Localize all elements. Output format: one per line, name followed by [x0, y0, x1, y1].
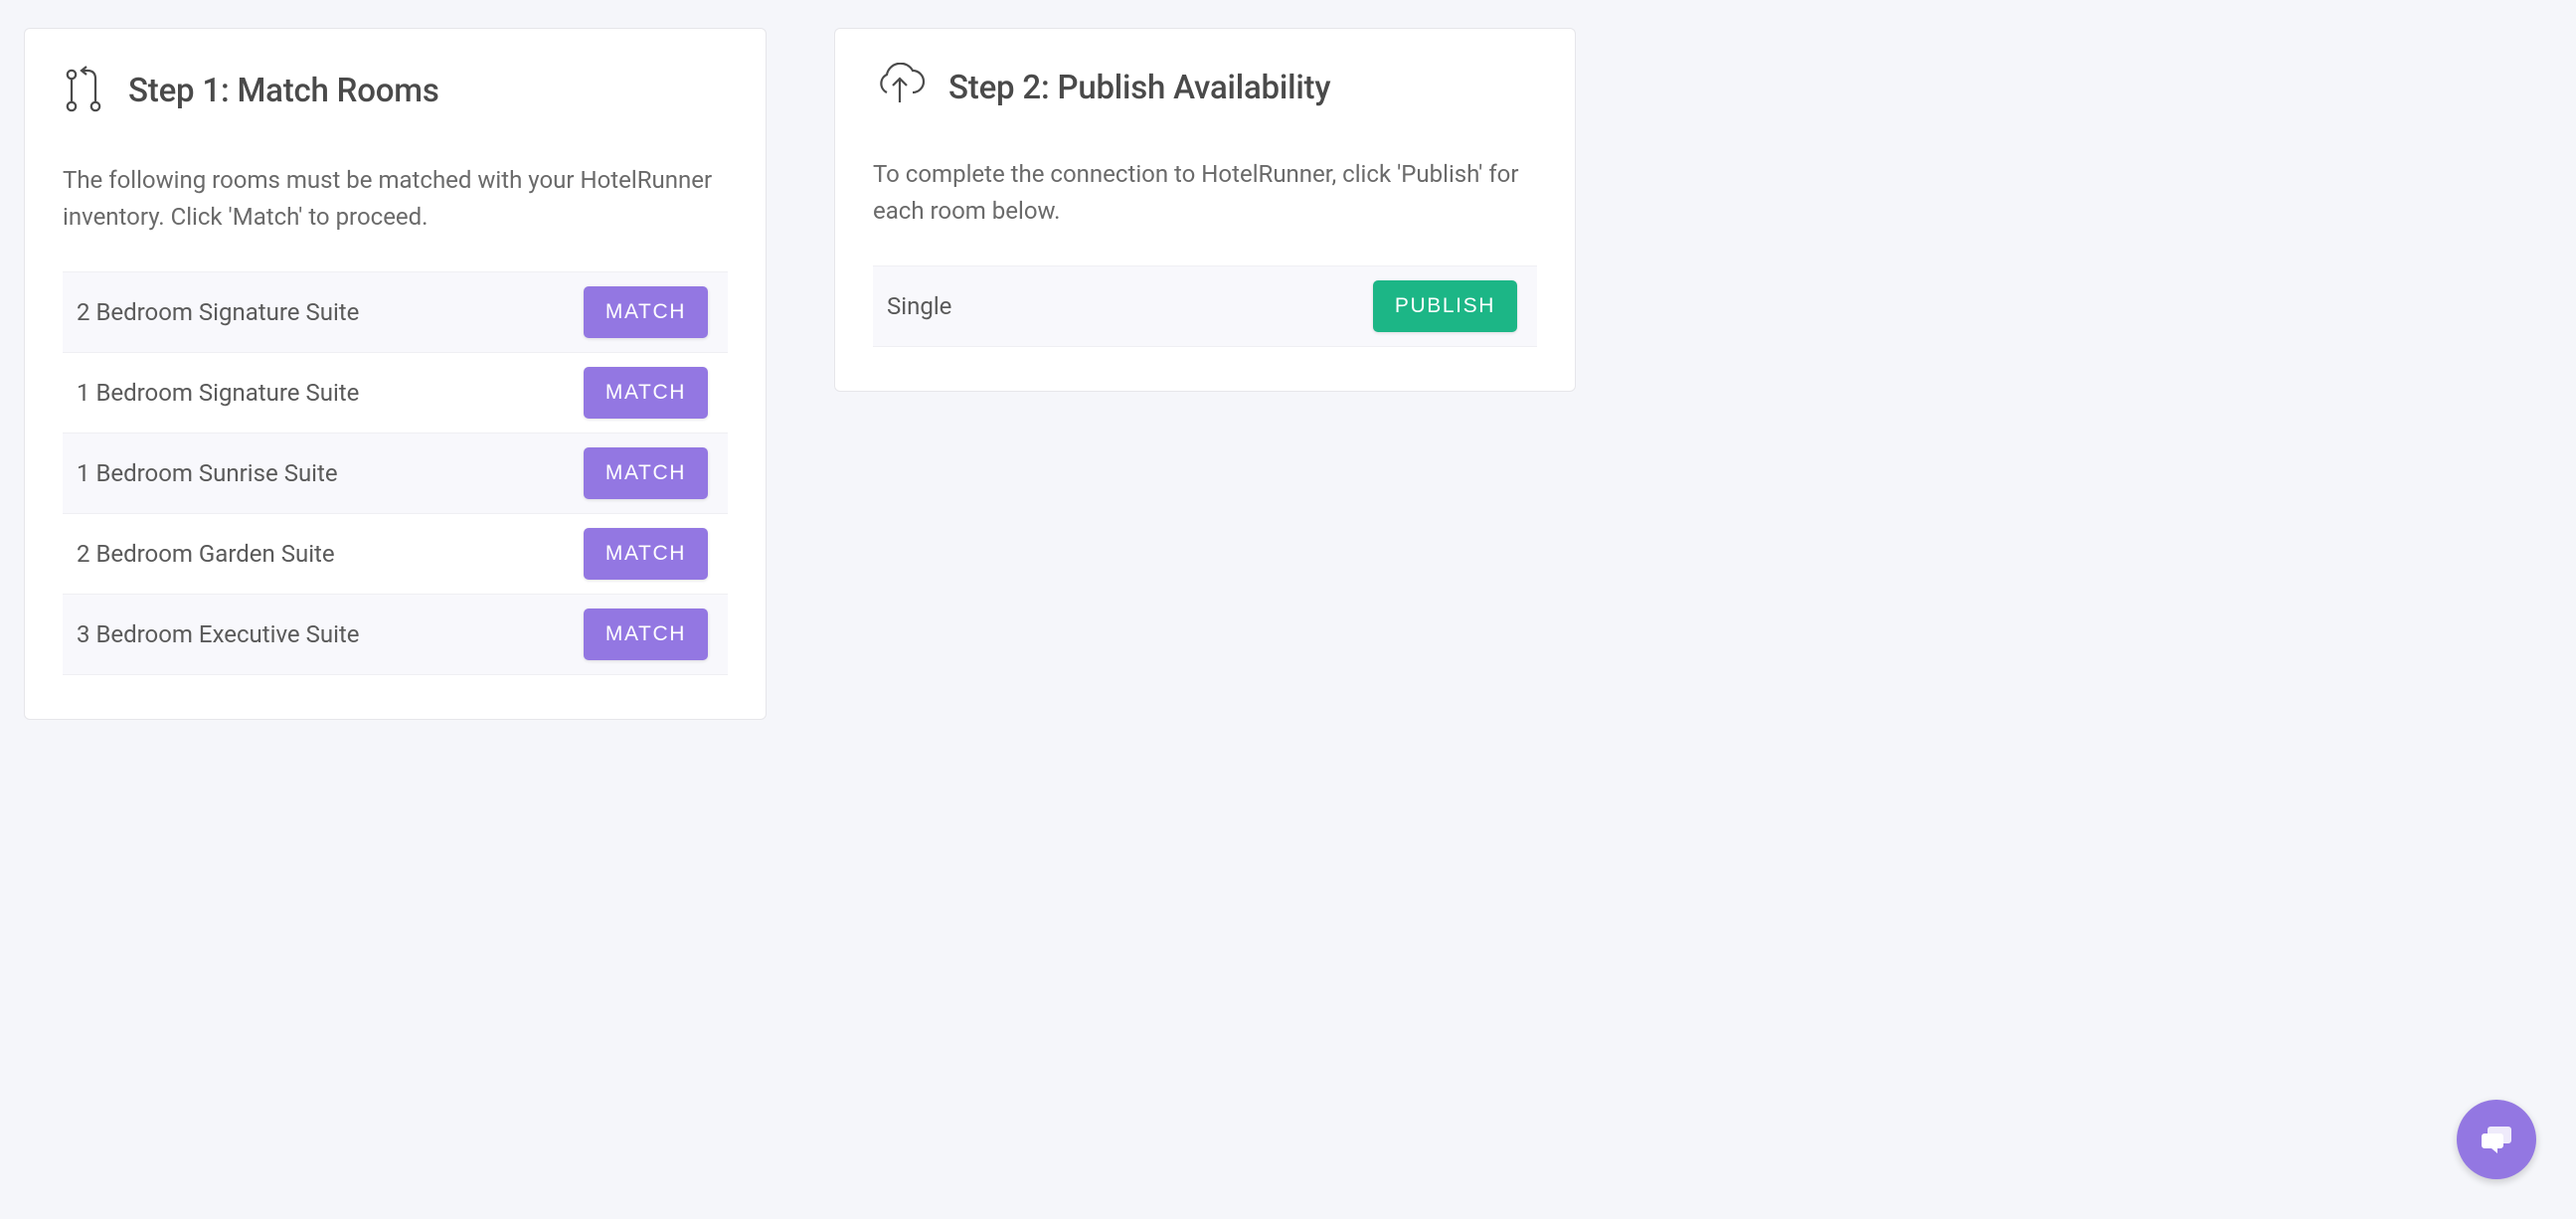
- room-name: 1 Bedroom Sunrise Suite: [77, 459, 338, 487]
- room-name: Single: [887, 292, 951, 320]
- cloud-upload-icon: [873, 63, 927, 112]
- room-row: Single PUBLISH: [873, 266, 1537, 347]
- room-name: 2 Bedroom Signature Suite: [77, 298, 359, 326]
- chat-button[interactable]: [2457, 1100, 2536, 1179]
- step2-card: Step 2: Publish Availability To complete…: [834, 28, 1576, 392]
- match-button[interactable]: MATCH: [584, 447, 708, 499]
- room-name: 1 Bedroom Signature Suite: [77, 379, 359, 407]
- match-button[interactable]: MATCH: [584, 609, 708, 660]
- room-name: 2 Bedroom Garden Suite: [77, 540, 335, 568]
- match-button[interactable]: MATCH: [584, 367, 708, 419]
- match-button[interactable]: MATCH: [584, 528, 708, 580]
- room-name: 3 Bedroom Executive Suite: [77, 620, 360, 648]
- step2-room-list: Single PUBLISH: [873, 265, 1537, 347]
- step2-title: Step 2: Publish Availability: [948, 69, 1330, 107]
- room-row: 2 Bedroom Signature Suite MATCH: [63, 272, 728, 353]
- room-row: 1 Bedroom Signature Suite MATCH: [63, 353, 728, 434]
- room-row: 1 Bedroom Sunrise Suite MATCH: [63, 434, 728, 514]
- chat-icon: [2479, 1122, 2514, 1157]
- step1-card: Step 1: Match Rooms The following rooms …: [24, 28, 767, 720]
- step2-header: Step 2: Publish Availability: [873, 63, 1537, 112]
- step2-description: To complete the connection to HotelRunne…: [873, 156, 1537, 230]
- step1-title: Step 1: Match Rooms: [128, 72, 439, 110]
- publish-button[interactable]: PUBLISH: [1373, 280, 1517, 332]
- step1-header: Step 1: Match Rooms: [63, 63, 728, 118]
- room-row: 2 Bedroom Garden Suite MATCH: [63, 514, 728, 595]
- match-button[interactable]: MATCH: [584, 286, 708, 338]
- step1-room-list: 2 Bedroom Signature Suite MATCH 1 Bedroo…: [63, 271, 728, 675]
- step1-description: The following rooms must be matched with…: [63, 162, 728, 236]
- git-branch-icon: [63, 63, 106, 118]
- room-row: 3 Bedroom Executive Suite MATCH: [63, 595, 728, 675]
